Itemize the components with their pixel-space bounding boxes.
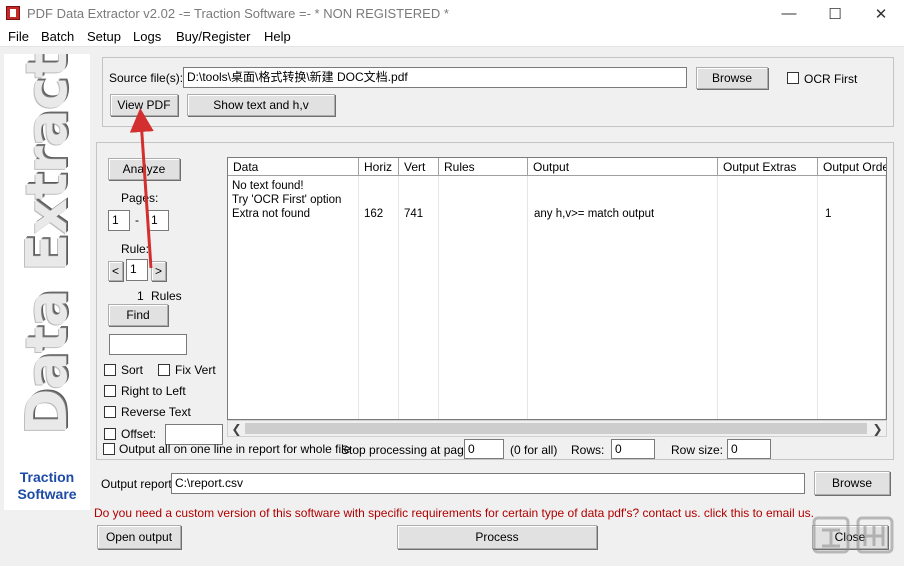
source-file-label: Source file(s):: [109, 71, 184, 85]
rule-next-button[interactable]: >: [151, 261, 166, 281]
rule-label: Rule:: [121, 242, 150, 256]
stop-processing-label: Stop processing at page:: [341, 443, 474, 457]
table-horizontal-scrollbar[interactable]: ❮ ❯: [227, 420, 887, 437]
analyze-button[interactable]: Analyze: [108, 158, 180, 180]
results-table[interactable]: Data Horiz Vert Rules Output Output Extr…: [227, 157, 887, 420]
menu-file[interactable]: File: [8, 29, 29, 44]
rule-number-input[interactable]: 1: [126, 259, 148, 281]
page-range-dash: -: [135, 213, 139, 227]
menu-batch[interactable]: Batch: [41, 29, 74, 44]
window-title: PDF Data Extractor v2.02 -= Traction Sof…: [27, 6, 449, 21]
scroll-right-icon[interactable]: ❯: [869, 421, 886, 436]
right-to-left-checkbox[interactable]: [104, 385, 116, 397]
table-row[interactable]: Try 'OCR First' option: [232, 193, 341, 207]
sort-checkbox[interactable]: [104, 364, 116, 376]
custom-version-email-link[interactable]: Do you need a custom version of this sof…: [94, 506, 814, 520]
pages-label: Pages:: [121, 191, 159, 205]
row-size-label: Row size:: [671, 443, 724, 457]
scrollbar-thumb[interactable]: [245, 423, 867, 434]
close-icon[interactable]: ✕: [858, 0, 904, 27]
reverse-text-label: Reverse Text: [121, 405, 191, 419]
fix-vert-checkbox[interactable]: [158, 364, 170, 376]
column-header-vert[interactable]: Vert: [399, 158, 439, 176]
product-banner: PDF Data Extractor 2 Traction Software: [4, 54, 90, 510]
table-row[interactable]: Extra not found: [232, 207, 310, 221]
product-logo-text: PDF Data Extractor 2: [14, 54, 80, 454]
browse-report-button[interactable]: Browse: [814, 471, 890, 495]
menu-buy-register[interactable]: Buy/Register: [176, 29, 250, 44]
rules-count: 1: [137, 289, 144, 303]
column-header-output-extras[interactable]: Output Extras: [718, 158, 818, 176]
rows-label: Rows:: [571, 443, 605, 457]
scroll-left-icon[interactable]: ❮: [228, 421, 245, 436]
rules-label: Rules: [151, 289, 182, 303]
menu-bar: File Batch Setup Logs Buy/Register Help: [0, 27, 904, 47]
one-line-checkbox[interactable]: [103, 443, 115, 455]
offset-label: Offset:: [121, 427, 157, 441]
one-line-label: Output all on one line in report for who…: [119, 442, 351, 456]
show-text-button[interactable]: Show text and h,v: [187, 94, 335, 116]
stop-hint: (0 for all): [510, 443, 558, 457]
column-header-output[interactable]: Output: [528, 158, 718, 176]
product-logo: PDF Data Extractor 2: [4, 54, 90, 454]
page-to-input[interactable]: 1: [147, 210, 169, 231]
rows-input[interactable]: 0: [611, 439, 655, 459]
browse-source-button[interactable]: Browse: [696, 67, 768, 89]
menu-logs[interactable]: Logs: [133, 29, 161, 44]
open-output-button[interactable]: Open output: [97, 525, 181, 549]
offset-checkbox[interactable]: [104, 428, 116, 440]
sort-label: Sort: [121, 363, 144, 377]
column-header-output-order[interactable]: Output Order: [818, 158, 886, 176]
menu-help[interactable]: Help: [264, 29, 291, 44]
table-cell-output-order[interactable]: 1: [825, 207, 831, 221]
company-logo: Traction Software: [4, 469, 90, 503]
maximize-icon[interactable]: ☐: [812, 0, 858, 27]
table-cell-output[interactable]: any h,v>= match output: [534, 207, 654, 221]
fix-vert-label: Fix Vert: [175, 363, 216, 377]
rule-prev-button[interactable]: <: [108, 261, 123, 281]
reverse-text-checkbox[interactable]: [104, 406, 116, 418]
table-row[interactable]: No text found!: [232, 179, 304, 193]
table-cell-vert[interactable]: 741: [404, 207, 423, 221]
column-header-data[interactable]: Data: [228, 158, 359, 176]
source-file-input[interactable]: D:\tools\桌面\格式转换\新建 DOC文档.pdf: [183, 67, 687, 88]
row-size-input[interactable]: 0: [727, 439, 771, 459]
process-button[interactable]: Process: [397, 525, 597, 549]
column-header-rules[interactable]: Rules: [439, 158, 528, 176]
menu-setup[interactable]: Setup: [87, 29, 121, 44]
column-header-horiz[interactable]: Horiz: [359, 158, 399, 176]
company-line-2: Software: [17, 486, 77, 502]
minimize-icon[interactable]: —: [766, 0, 812, 27]
ocr-first-checkbox[interactable]: [787, 72, 799, 84]
find-button[interactable]: Find: [108, 304, 168, 326]
output-report-label: Output report:: [101, 477, 176, 491]
output-report-input[interactable]: C:\report.csv: [171, 473, 805, 494]
right-to-left-label: Right to Left: [121, 384, 186, 398]
table-cell-horiz[interactable]: 162: [364, 207, 383, 221]
page-from-input[interactable]: 1: [108, 210, 130, 231]
site-watermark-icon: [812, 516, 894, 554]
pdf-app-icon: [6, 6, 20, 20]
company-line-1: Traction: [19, 469, 75, 485]
stop-page-input[interactable]: 0: [464, 439, 504, 459]
ocr-first-label: OCR First: [804, 72, 858, 86]
view-pdf-button[interactable]: View PDF: [110, 94, 178, 116]
title-bar: PDF Data Extractor v2.02 -= Traction Sof…: [0, 0, 904, 27]
find-input[interactable]: [109, 334, 187, 355]
